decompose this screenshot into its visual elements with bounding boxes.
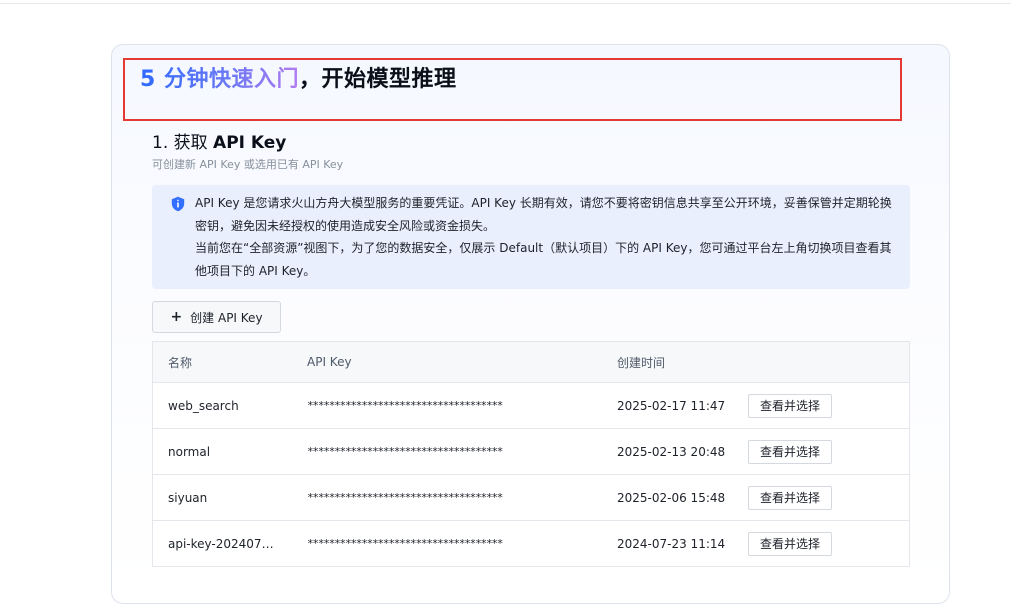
notice-text: API Key 是您请求火山方舟大模型服务的重要凭证。API Key 长期有效，…	[195, 192, 895, 282]
step-subtitle: 可创建新 API Key 或选用已有 API Key	[152, 158, 344, 171]
api-key-table: 名称 API Key 创建时间 web_search *************…	[152, 341, 910, 567]
security-notice: API Key 是您请求火山方舟大模型服务的重要凭证。API Key 长期有效，…	[152, 185, 910, 289]
top-divider	[0, 3, 1011, 4]
quickstart-card: 5 分钟快速入门，开始模型推理 1. 获取 API Key 可创建新 API K…	[111, 44, 950, 604]
step-title-bold: API Key	[213, 133, 287, 153]
table-row: api-key-2024072… ***********************…	[153, 521, 909, 566]
row-name: api-key-2024072…	[168, 536, 276, 551]
table-row: siyuan *********************************…	[153, 475, 909, 521]
table-row: normal *********************************…	[153, 429, 909, 475]
create-api-key-button[interactable]: + 创建 API Key	[152, 301, 281, 333]
view-and-select-button[interactable]: 查看并选择	[748, 393, 833, 418]
view-and-select-button[interactable]: 查看并选择	[748, 485, 833, 510]
row-api-key: ************************************	[307, 491, 503, 504]
row-name: web_search	[168, 398, 239, 413]
header-api-key: API Key	[307, 355, 352, 369]
page-title-highlight: 5 分钟快速入门	[140, 67, 299, 92]
page-title-rest: ，开始模型推理	[298, 67, 457, 92]
notice-line-2: 当前您在“全部资源”视图下，为了您的数据安全，仅展示 Default（默认项目）…	[195, 241, 892, 278]
step-title: 1. 获取 API Key	[152, 128, 286, 153]
view-and-select-button[interactable]: 查看并选择	[748, 439, 833, 464]
notice-line-1: API Key 是您请求火山方舟大模型服务的重要凭证。API Key 长期有效，…	[195, 196, 892, 233]
shield-info-icon	[171, 196, 185, 212]
row-created-time: 2025-02-06 15:48	[617, 490, 726, 505]
view-and-select-button[interactable]: 查看并选择	[748, 531, 833, 556]
header-name: 名称	[168, 355, 193, 370]
row-name: normal	[168, 444, 211, 459]
create-api-key-label: 创建 API Key	[190, 310, 263, 325]
step-number: 1.	[152, 133, 174, 153]
step-title-prefix: 获取	[173, 133, 214, 153]
row-name: siyuan	[168, 490, 208, 505]
row-api-key: ************************************	[307, 445, 503, 458]
header-created-time: 创建时间	[617, 355, 666, 370]
row-api-key: ************************************	[307, 537, 503, 550]
page-title: 5 分钟快速入门，开始模型推理	[140, 61, 456, 93]
plus-icon: +	[170, 309, 183, 325]
table-header: 名称 API Key 创建时间	[153, 342, 909, 383]
table-row: web_search *****************************…	[153, 383, 909, 429]
row-created-time: 2025-02-13 20:48	[617, 444, 726, 459]
row-api-key: ************************************	[307, 399, 503, 412]
row-created-time: 2025-02-17 11:47	[617, 398, 726, 413]
row-created-time: 2024-07-23 11:14	[617, 536, 726, 551]
